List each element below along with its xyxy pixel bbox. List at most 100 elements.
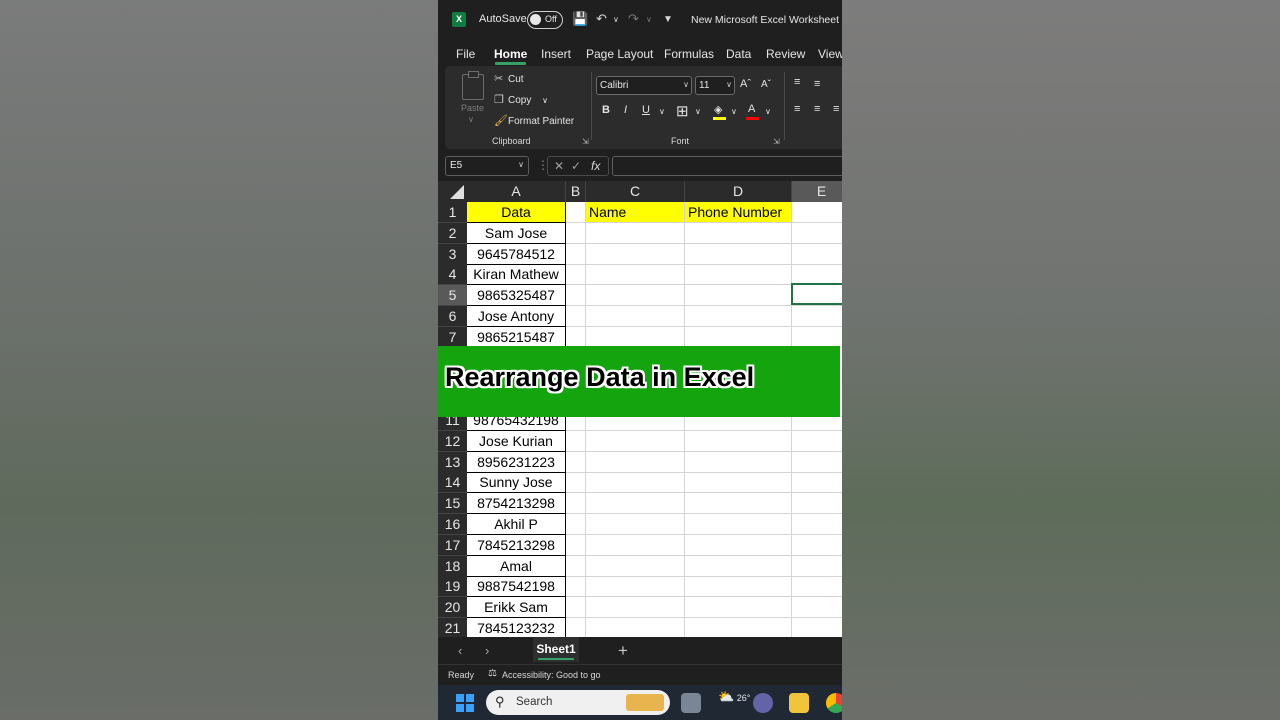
fill-color-icon[interactable]: ◈ (714, 103, 722, 116)
row-header[interactable]: 19 (438, 576, 467, 597)
cell-b5[interactable] (566, 285, 586, 306)
accessibility-status[interactable]: Accessibility: Good to go (502, 670, 601, 680)
cell-d12[interactable] (685, 431, 792, 452)
row-header[interactable]: 14 (438, 472, 467, 493)
teams-icon[interactable] (753, 693, 773, 713)
cell-c1[interactable]: Name (586, 202, 685, 223)
cell-d16[interactable] (685, 514, 792, 535)
column-header-b[interactable]: B (566, 181, 586, 202)
cell-e1[interactable] (792, 202, 842, 223)
cell-d17[interactable] (685, 535, 792, 556)
cell-e2[interactable] (792, 223, 842, 244)
column-header-a[interactable]: A (467, 181, 566, 202)
cell-b16[interactable] (566, 514, 586, 535)
cell-c13[interactable] (586, 452, 685, 473)
row-header[interactable]: 5 (438, 285, 467, 306)
cell-e20[interactable] (792, 597, 842, 618)
autosave-toggle[interactable]: Off (527, 11, 563, 29)
cell-a21[interactable]: 7845123232 (467, 618, 566, 637)
cell-a14[interactable]: Sunny Jose (467, 472, 566, 493)
cell-a12[interactable]: Jose Kurian (467, 431, 566, 452)
bold-button[interactable]: B (602, 104, 610, 116)
taskbar-search[interactable]: ⚲ Search (486, 690, 670, 715)
cell-b17[interactable] (566, 535, 586, 556)
cell-c14[interactable] (586, 472, 685, 493)
tab-view[interactable]: View (818, 47, 842, 61)
cell-a6[interactable]: Jose Antony (467, 306, 566, 327)
cell-c12[interactable] (586, 431, 685, 452)
fill-color-dropdown-icon[interactable]: ∨ (731, 107, 737, 116)
cell-c21[interactable] (586, 618, 685, 637)
cell-a18[interactable]: Amal (467, 556, 566, 577)
copy-button[interactable]: ❐ Copy ∨ (494, 93, 548, 106)
chrome-icon[interactable] (826, 693, 842, 713)
cell-b13[interactable] (566, 452, 586, 473)
align-top-icon[interactable]: ≡ (794, 76, 800, 88)
align-left-icon[interactable]: ≡ (794, 103, 800, 115)
cell-a4[interactable]: Kiran Mathew (467, 264, 566, 285)
cell-e3[interactable] (792, 244, 842, 265)
cell-e12[interactable] (792, 431, 842, 452)
add-sheet-button[interactable]: + (618, 641, 628, 661)
cell-d14[interactable] (685, 472, 792, 493)
cell-b19[interactable] (566, 576, 586, 597)
row-header[interactable]: 13 (438, 452, 467, 473)
cell-c4[interactable] (586, 264, 685, 285)
cell-d15[interactable] (685, 493, 792, 514)
format-painter-button[interactable]: 🖌Format Painter (494, 114, 574, 127)
column-header-d[interactable]: D (685, 181, 792, 202)
customize-toolbar-icon[interactable]: ▼ (663, 14, 673, 25)
cell-a16[interactable]: Akhil P (467, 514, 566, 535)
cell-a2[interactable]: Sam Jose (467, 223, 566, 244)
align-right-icon[interactable]: ≡ (833, 103, 839, 115)
undo-icon[interactable]: ↶ (596, 11, 607, 27)
cell-d2[interactable] (685, 223, 792, 244)
cell-e13[interactable] (792, 452, 842, 473)
cut-button[interactable]: ✂ Cut (494, 72, 524, 85)
cell-d19[interactable] (685, 576, 792, 597)
row-header[interactable]: 17 (438, 535, 467, 556)
cell-a19[interactable]: 9887542198 (467, 576, 566, 597)
underline-dropdown-icon[interactable]: ∨ (659, 107, 665, 116)
font-launcher-icon[interactable]: ⇲ (773, 137, 780, 146)
cell-c7[interactable] (586, 327, 685, 348)
save-icon[interactable]: 💾 (572, 11, 588, 27)
cell-b12[interactable] (566, 431, 586, 452)
redo-dropdown-icon[interactable]: ∨ (646, 15, 652, 24)
align-center-icon[interactable]: ≡ (814, 103, 820, 115)
cell-c19[interactable] (586, 576, 685, 597)
cell-d6[interactable] (685, 306, 792, 327)
cell-b21[interactable] (566, 618, 586, 637)
column-header-e[interactable]: E (792, 181, 842, 202)
cell-c15[interactable] (586, 493, 685, 514)
cell-d4[interactable] (685, 264, 792, 285)
row-header[interactable]: 2 (438, 223, 467, 244)
file-explorer-icon[interactable] (789, 693, 809, 713)
row-header[interactable]: 7 (438, 327, 467, 348)
cell-b3[interactable] (566, 244, 586, 265)
row-header[interactable]: 3 (438, 244, 467, 265)
cell-e15[interactable] (792, 493, 842, 514)
cell-b7[interactable] (566, 327, 586, 348)
cell-b2[interactable] (566, 223, 586, 244)
cell-d21[interactable] (685, 618, 792, 637)
cell-e18[interactable] (792, 556, 842, 577)
cell-b18[interactable] (566, 556, 586, 577)
name-box[interactable]: E5 ∨ (445, 156, 529, 176)
cell-d5[interactable] (685, 285, 792, 306)
cell-a1[interactable]: Data (467, 202, 566, 223)
windows-start-icon[interactable] (456, 694, 474, 712)
cell-b1[interactable] (566, 202, 586, 223)
cell-b15[interactable] (566, 493, 586, 514)
undo-dropdown-icon[interactable]: ∨ (613, 15, 619, 24)
insert-function-icon[interactable]: fx (591, 159, 600, 173)
cell-b20[interactable] (566, 597, 586, 618)
cell-e6[interactable] (792, 306, 842, 327)
align-middle-icon[interactable]: ≡ (814, 78, 820, 90)
column-header-c[interactable]: C (586, 181, 685, 202)
tab-home[interactable]: Home (494, 47, 527, 61)
accessibility-icon[interactable]: ⚖ (488, 668, 497, 679)
cell-d3[interactable] (685, 244, 792, 265)
cell-e4[interactable] (792, 264, 842, 285)
cell-d7[interactable] (685, 327, 792, 348)
